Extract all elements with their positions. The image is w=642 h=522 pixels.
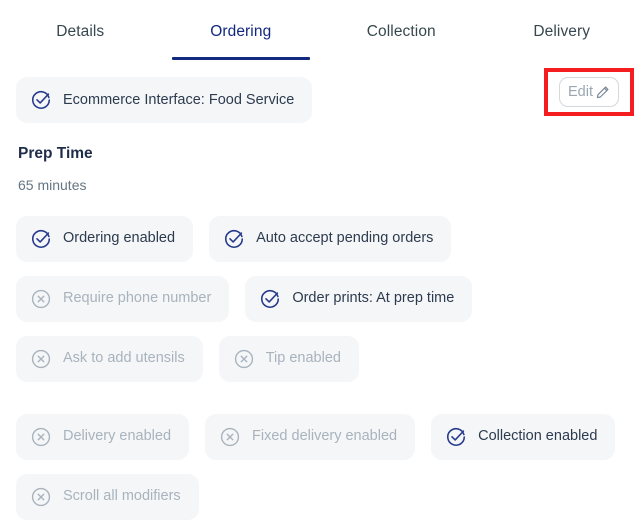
chip-ask-to-add-utensils[interactable]: Ask to add utensils [16, 335, 203, 382]
x-circle-icon [30, 486, 52, 508]
tab-details[interactable]: Details [0, 0, 161, 40]
settings-list: Ordering enabled Auto accept pending orde… [16, 215, 626, 520]
tab-ordering[interactable]: Ordering [161, 0, 322, 40]
chip-ecommerce-interface[interactable]: Ecommerce Interface: Food Service [16, 77, 313, 123]
chip-label: Fixed delivery enabled [252, 428, 398, 445]
prep-time-title: Prep Time [18, 145, 93, 162]
x-circle-icon [219, 426, 241, 448]
chip-label: Scroll all modifiers [63, 488, 181, 505]
chip-fixed-delivery-enabled[interactable]: Fixed delivery enabled [205, 413, 416, 460]
settings-row: Require phone number Order prints: At pre… [16, 275, 626, 322]
check-circle-icon [30, 228, 52, 250]
settings-row: Scroll all modifiers [16, 473, 626, 520]
chip-label: Require phone number [63, 290, 212, 307]
x-circle-icon [30, 288, 52, 310]
settings-row: Ask to add utensils Tip enabled [16, 335, 626, 382]
edit-button[interactable]: Edit [559, 77, 619, 107]
edit-button-label: Edit [568, 84, 593, 100]
chip-label: Ask to add utensils [63, 350, 185, 367]
prep-time-value: 65 minutes [18, 176, 87, 193]
x-circle-icon [233, 348, 255, 370]
prep-time-section: Prep Time 65 minutes [16, 146, 626, 192]
chip-ordering-enabled[interactable]: Ordering enabled [16, 215, 194, 262]
check-circle-icon [30, 89, 52, 111]
edit-button-highlight: Edit [544, 68, 634, 116]
check-circle-icon [445, 426, 467, 448]
tab-collection[interactable]: Collection [321, 0, 482, 40]
tab-bar: Details Ordering Collection Delivery [0, 0, 642, 56]
chip-label: Tip enabled [265, 350, 341, 367]
chip-require-phone-number[interactable]: Require phone number [16, 275, 230, 322]
ordering-panel: Ecommerce Interface: Food Service Prep T… [0, 77, 642, 520]
x-circle-icon [30, 426, 52, 448]
chip-label: Ecommerce Interface: Food Service [63, 91, 295, 108]
tab-delivery[interactable]: Delivery [482, 0, 642, 40]
chip-label: Collection enabled [478, 428, 598, 445]
settings-row: Ordering enabled Auto accept pending orde… [16, 215, 626, 262]
check-circle-icon [223, 228, 245, 250]
chip-label: Ordering enabled [63, 230, 176, 247]
identity-row: Ecommerce Interface: Food Service [16, 77, 626, 123]
chip-label: Delivery enabled [63, 428, 172, 445]
chip-label: Auto accept pending orders [256, 230, 434, 247]
chip-tip-enabled[interactable]: Tip enabled [218, 335, 359, 382]
chip-scroll-all-modifiers[interactable]: Scroll all modifiers [16, 473, 199, 520]
chip-auto-accept-pending-orders[interactable]: Auto accept pending orders [209, 215, 452, 262]
chip-order-prints-at-prep-time[interactable]: Order prints: At prep time [245, 275, 473, 322]
settings-row: Delivery enabled Fixed delivery enabled Co… [16, 413, 626, 460]
check-circle-icon [259, 288, 281, 310]
chip-collection-enabled[interactable]: Collection enabled [431, 413, 616, 460]
x-circle-icon [30, 348, 52, 370]
chip-delivery-enabled[interactable]: Delivery enabled [16, 413, 190, 460]
pencil-icon [595, 85, 610, 100]
chip-label: Order prints: At prep time [292, 290, 455, 307]
